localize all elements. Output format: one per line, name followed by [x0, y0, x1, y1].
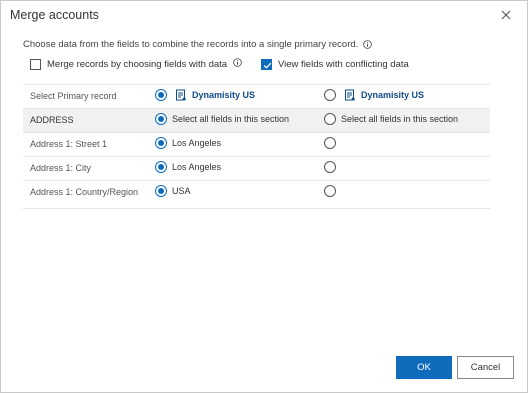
field-label: Address 1: Country/Region	[30, 187, 139, 197]
field-option-1[interactable]: USA	[155, 185, 191, 197]
instructions: Choose data from the fields to combine t…	[23, 39, 373, 50]
conflicting-data-checkbox[interactable]	[261, 59, 272, 70]
instructions-text: Choose data from the fields to combine t…	[23, 39, 359, 50]
info-icon[interactable]	[233, 58, 242, 67]
record-name[interactable]: Dynamisity US	[361, 90, 424, 100]
field-option-1[interactable]: Los Angeles	[155, 137, 221, 149]
field-row-street: Address 1: Street 1 Los Angeles	[23, 132, 490, 156]
select-all-label: Select all fields in this section	[341, 114, 459, 124]
merge-grid: Select Primary record Dynamisity US Dyna…	[23, 84, 490, 204]
field-row-country: Address 1: Country/Region USA	[23, 180, 490, 204]
conflicting-data-option[interactable]: View fields with conflicting data	[261, 59, 409, 70]
account-record-icon	[176, 89, 186, 101]
merge-by-data-option[interactable]: Merge records by choosing fields with da…	[30, 58, 242, 70]
field-value: USA	[172, 186, 191, 196]
merge-by-data-label: Merge records by choosing fields with da…	[47, 59, 228, 70]
close-button[interactable]	[499, 8, 513, 22]
radio-unselected[interactable]	[324, 161, 336, 173]
primary-record-option-1[interactable]: Dynamisity US	[155, 89, 255, 101]
grid-bottom-divider	[23, 208, 490, 209]
primary-record-option-2[interactable]: Dynamisity US	[324, 89, 424, 101]
close-icon	[501, 10, 511, 20]
field-value: Los Angeles	[172, 138, 222, 148]
radio-unselected[interactable]	[324, 113, 336, 125]
primary-record-row: Select Primary record Dynamisity US Dyna…	[23, 84, 490, 108]
field-option-1[interactable]: Los Angeles	[155, 161, 221, 173]
conflicting-data-label: View fields with conflicting data	[278, 59, 409, 70]
radio-unselected[interactable]	[324, 89, 336, 101]
radio-selected[interactable]	[155, 89, 167, 101]
radio-selected[interactable]	[155, 113, 167, 125]
ok-button[interactable]: OK	[396, 356, 452, 379]
select-all-option-1[interactable]: Select all fields in this section	[155, 113, 289, 125]
field-option-2[interactable]	[324, 185, 341, 197]
field-label: Address 1: Street 1	[30, 139, 108, 149]
record-name[interactable]: Dynamisity US	[192, 90, 255, 100]
row-label: Select Primary record	[30, 91, 117, 101]
radio-selected[interactable]	[155, 137, 167, 149]
field-option-2[interactable]	[324, 161, 341, 173]
cancel-button[interactable]: Cancel	[457, 356, 514, 379]
dialog-title: Merge accounts	[10, 8, 99, 22]
field-row-city: Address 1: City Los Angeles	[23, 156, 490, 180]
radio-unselected[interactable]	[324, 185, 336, 197]
info-icon[interactable]	[363, 40, 373, 49]
address-section-row: ADDRESS Select all fields in this sectio…	[23, 108, 490, 132]
merge-by-data-checkbox[interactable]	[30, 59, 41, 70]
select-all-label: Select all fields in this section	[172, 114, 290, 124]
select-all-option-2[interactable]: Select all fields in this section	[324, 113, 458, 125]
radio-selected[interactable]	[155, 185, 167, 197]
field-label: Address 1: City	[30, 163, 92, 173]
checkmark-icon	[263, 62, 272, 69]
field-value: Los Angeles	[172, 162, 222, 172]
section-label: ADDRESS	[30, 115, 74, 125]
account-record-icon	[345, 89, 355, 101]
field-option-2[interactable]	[324, 137, 341, 149]
radio-unselected[interactable]	[324, 137, 336, 149]
merge-accounts-dialog: Merge accounts Choose data from the fiel…	[0, 0, 528, 393]
radio-selected[interactable]	[155, 161, 167, 173]
